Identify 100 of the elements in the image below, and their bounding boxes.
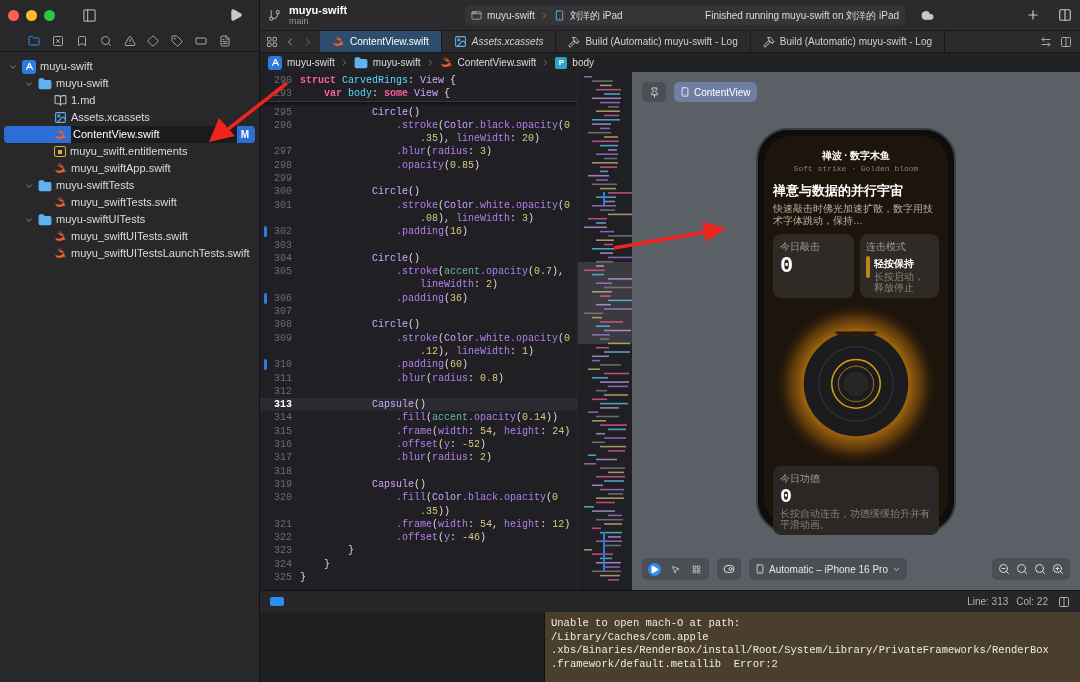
line-number: 305	[273, 265, 293, 279]
code-line: .offset(y: -52)	[395, 438, 487, 452]
code-line: .stroke(Color.white.opacity(0	[395, 198, 571, 212]
code-line: .padding(36)	[395, 291, 469, 306]
zoom-out-icon[interactable]	[998, 563, 1010, 575]
code-line: .12), lineWidth: 1)	[419, 344, 536, 359]
breadcrumb-item[interactable]: muyu-swift	[372, 55, 421, 70]
variants-button[interactable]	[717, 558, 741, 580]
app-icon	[471, 9, 483, 21]
change-bar[interactable]	[263, 226, 267, 238]
line-number: 325	[273, 571, 293, 585]
breadcrumb-item[interactable]: body	[572, 55, 595, 70]
app-title: 禅波 · 数字木鱼	[821, 148, 891, 163]
swap-icon[interactable]	[1040, 35, 1052, 48]
app-heading: 禅意与数据的并行宇宙	[773, 181, 903, 200]
project-icon	[268, 55, 282, 70]
minimize-window-button[interactable]	[26, 9, 37, 21]
sidebar-toggle-icon[interactable]	[82, 7, 97, 23]
run-button[interactable]	[229, 8, 243, 22]
code-line: .blur(radius: 3)	[395, 145, 493, 159]
card-value: 0	[780, 254, 795, 280]
line-number: 312	[273, 384, 293, 399]
editor-tab[interactable]: ContentView.swift	[320, 31, 442, 52]
pin-icon	[648, 86, 660, 98]
code-line: .frame(width: 54, height: 24)	[395, 424, 571, 438]
pin-button[interactable]	[642, 82, 666, 102]
line-number: 318	[273, 464, 293, 478]
card-label: 今日敲击	[780, 240, 821, 254]
file-tree-item[interactable]: muyu-swiftUITests	[4, 211, 255, 228]
preview-tab[interactable]: ContentView	[674, 82, 757, 102]
preview-mode-button[interactable]	[690, 562, 703, 576]
scheme-selector[interactable]: muyu-swift	[487, 7, 535, 23]
file-tree-item[interactable]: muyu_swiftApp.swift	[4, 160, 255, 177]
bird-icon	[332, 35, 345, 48]
breadcrumb-item[interactable]: muyu-swift	[287, 55, 335, 70]
zoom-window-button[interactable]	[44, 9, 55, 21]
console-line: .framework/default.metallib Error:2	[551, 657, 779, 671]
layout-icon[interactable]	[1058, 595, 1070, 608]
property-badge: P	[555, 56, 568, 69]
navigator-tab-icon[interactable]	[171, 34, 184, 47]
bird-icon	[439, 56, 453, 69]
code-line: Circle()	[371, 185, 421, 199]
hammer-icon	[568, 35, 581, 48]
breadcrumb-item[interactable]: ContentView.swift	[457, 55, 537, 70]
file-tree-item[interactable]: muyu_swiftUITests.swift	[4, 228, 255, 245]
navigator-tab-icon[interactable]	[195, 34, 208, 47]
file-tree-item[interactable]: muyu-swift	[4, 75, 255, 92]
navigator-tab-icon[interactable]	[147, 34, 160, 47]
grid-icon[interactable]	[266, 35, 278, 48]
file-tree-item[interactable]: muyu_swift.entitlements	[4, 143, 255, 160]
toggles-icon	[723, 563, 735, 575]
image-icon	[54, 111, 67, 124]
navigator-tab-icon[interactable]	[28, 34, 40, 47]
card-label: 连击模式	[866, 240, 907, 254]
line-number: 321	[273, 517, 293, 532]
bird-icon	[54, 128, 67, 141]
entitlements-icon	[54, 146, 66, 157]
search-icon[interactable]	[99, 34, 112, 47]
line-number: 310	[273, 358, 293, 372]
file-tree-item[interactable]: muyu-swift	[4, 58, 255, 75]
code-line: Circle()	[371, 318, 421, 332]
line-number: 314	[273, 411, 293, 425]
destination-selector[interactable]: 刘洋的 iPad	[569, 7, 623, 23]
folder-icon	[353, 55, 368, 70]
line-number: 324	[273, 557, 293, 571]
line-number: 316	[273, 438, 293, 452]
change-bar[interactable]	[263, 359, 267, 371]
folder-icon	[38, 212, 52, 227]
line-number: 322	[273, 531, 293, 545]
book-icon	[54, 94, 67, 107]
mode-indicator	[866, 256, 870, 278]
play-icon	[650, 564, 659, 574]
file-tree-item[interactable]: muyu_swiftTests.swift	[4, 194, 255, 211]
file-tree-item[interactable]: 1.md	[4, 92, 255, 109]
file-tree-item[interactable]: muyu-swiftTests	[4, 177, 255, 194]
debug-area-toggle[interactable]	[270, 597, 284, 606]
navigator-tab-icon[interactable]	[51, 34, 64, 47]
split-editor-icon[interactable]	[1060, 35, 1072, 48]
navigator-tab-icon[interactable]	[219, 34, 231, 47]
line-number: 311	[273, 371, 293, 385]
branch-name: main	[289, 16, 309, 26]
build-status: Finished running muyu-swift on 刘洋的 iPad	[705, 8, 900, 23]
line-number: 299	[273, 172, 293, 186]
navigator-tab-icon[interactable]	[75, 34, 88, 47]
preview-mode-button[interactable]	[648, 562, 661, 576]
code-line: Capsule()	[371, 477, 427, 492]
change-bar[interactable]	[263, 292, 267, 304]
add-button[interactable]	[1026, 8, 1040, 22]
file-tree-item[interactable]: Assets.xcassets	[4, 109, 255, 126]
inspector-toggle-icon[interactable]	[1058, 8, 1072, 22]
navigator-tab-icon[interactable]	[123, 34, 136, 47]
hammer-icon	[762, 35, 775, 48]
file-tree-item[interactable]: ContentView.swift M	[4, 126, 255, 143]
file-tree-item[interactable]: muyu_swiftUITestsLaunchTests.swift	[4, 245, 255, 262]
device-selector[interactable]: Automatic – iPhone 16 Pro	[749, 558, 907, 580]
close-window-button[interactable]	[8, 9, 19, 21]
code-line: Circle()	[371, 105, 421, 119]
code-line: var body: some View {	[323, 87, 451, 101]
code-line: .stroke(accent.opacity(0.7),	[395, 265, 565, 279]
zoom-in-icon[interactable]	[1052, 563, 1064, 575]
